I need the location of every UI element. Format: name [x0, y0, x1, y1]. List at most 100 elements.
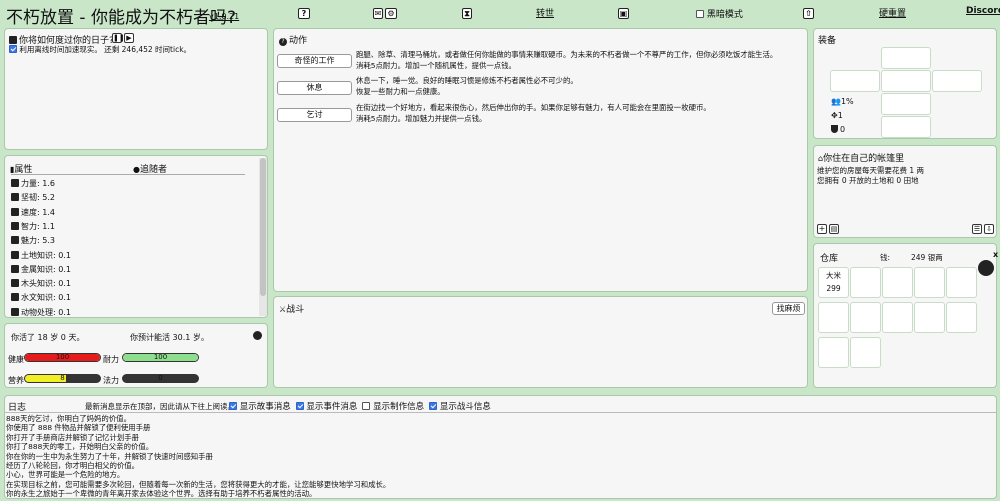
- health-label: 健康: [8, 355, 24, 364]
- equip-stat-1: 👥1%: [831, 97, 854, 106]
- equip-slot-body[interactable]: [881, 70, 931, 92]
- log-filter[interactable]: 显示制作信息: [362, 402, 424, 412]
- expected-life-text: 你预计能活 30.1 岁。: [130, 333, 209, 342]
- attribute-icon: [11, 221, 19, 230]
- equipment-panel: 装备 👥1% ✥1 0: [813, 28, 997, 139]
- warehouse-slot[interactable]: [882, 267, 913, 298]
- attribute-icon: [11, 250, 19, 259]
- log-filter-label: 显示事件消息: [306, 402, 358, 412]
- action-desc-rest: 休息一下，睡一觉。良好的睡眠习惯是修炼不朽者属性必不可少的。 恢复一些耐力和一点…: [356, 76, 578, 96]
- play-button[interactable]: ▶: [124, 33, 134, 43]
- attribute-row: 土地知识: 0.1: [11, 250, 71, 261]
- action-button-beg[interactable]: 乞讨: [277, 108, 352, 122]
- log-filter-checkbox[interactable]: [429, 402, 438, 410]
- log-filter-checkbox[interactable]: [362, 402, 371, 410]
- battle-panel: ⚔战斗 找麻烦: [273, 296, 808, 388]
- warehouse-slot[interactable]: [882, 302, 913, 333]
- log-filter[interactable]: 显示战斗信息: [429, 402, 491, 412]
- hourglass-icon[interactable]: ⧗: [462, 8, 472, 19]
- warehouse-slot[interactable]: [850, 267, 881, 298]
- attribute-value: 0.1: [58, 279, 71, 289]
- warehouse-slot[interactable]: [914, 302, 945, 333]
- warehouse-slot[interactable]: [946, 267, 977, 298]
- attribute-value: 0.1: [58, 264, 71, 274]
- equip-slot-feet[interactable]: [881, 116, 931, 138]
- log-line: 888天的乞讨，你明白了妈妈的价值。: [6, 414, 131, 423]
- home-info: 维护您的房屋每天需要花费 1 两 您拥有 0 开放的土地和 0 田地: [817, 166, 925, 185]
- settings-icon[interactable]: ⚙: [385, 8, 397, 19]
- attribute-value: 5.2: [42, 193, 55, 203]
- equip-slot-head[interactable]: [881, 47, 931, 69]
- equip-slot-legs[interactable]: [881, 93, 931, 115]
- warehouse-slot[interactable]: [946, 302, 977, 333]
- log-filter-checkbox[interactable]: [295, 402, 304, 410]
- warehouse-slot[interactable]: [818, 337, 849, 368]
- warehouse-slot[interactable]: [850, 302, 881, 333]
- furniture-icon[interactable]: ▤: [829, 224, 839, 234]
- attribute-value: 1.6: [42, 179, 55, 188]
- log-filter-label: 显示战斗信息: [439, 402, 491, 412]
- attribute-name: 智力:: [21, 221, 40, 231]
- action-button-rest[interactable]: 休息: [277, 81, 352, 95]
- rebirth-link[interactable]: 转世: [536, 6, 554, 19]
- equip-stat-3: 0: [831, 125, 845, 134]
- log-divider: [5, 412, 996, 413]
- attribute-name: 土地知识:: [21, 250, 56, 260]
- action-button-odd-job[interactable]: 奇怪的工作: [277, 54, 352, 68]
- download-icon[interactable]: ⇩: [984, 224, 994, 234]
- attribute-icon: [11, 179, 19, 187]
- discord-link[interactable]: Discord: [966, 6, 1000, 16]
- warehouse-title: 仓库: [820, 254, 839, 264]
- log-filter[interactable]: 显示故事消息: [229, 402, 291, 412]
- warehouse-close-button[interactable]: x: [993, 250, 998, 259]
- attribute-name: 魅力:: [21, 236, 40, 246]
- equip-slot-right-hand[interactable]: [932, 70, 982, 92]
- version-link[interactable]: v1.0.21: [209, 12, 239, 21]
- attributes-scrollbar[interactable]: [259, 158, 267, 316]
- money-value: 249 银两: [911, 253, 943, 262]
- dark-mode-toggle[interactable]: 黑暗模式: [696, 7, 743, 20]
- warehouse-slot[interactable]: [818, 302, 849, 333]
- warehouse-slot[interactable]: [914, 267, 945, 298]
- attribute-icon: [11, 293, 19, 302]
- find-trouble-button[interactable]: 找麻烦: [772, 302, 805, 315]
- save-icon[interactable]: ▣: [618, 8, 629, 19]
- attribute-icon: [11, 279, 19, 288]
- mana-label: 法力: [103, 376, 119, 385]
- item-count: 299: [826, 284, 841, 293]
- equip-slot-left-hand[interactable]: [830, 70, 880, 92]
- home-title: ⌂你住在自己的帐篷里: [818, 154, 905, 164]
- log-filter-checkbox[interactable]: [229, 402, 237, 410]
- hard-reset-link[interactable]: 硬重置: [879, 6, 906, 19]
- log-line: 你的永生之旅始于一个卑微的青年离开家去体验这个世界。选择有助于培养不朽者属性的活…: [6, 489, 317, 499]
- log-note: 最新消息显示在顶部，因此请从下往上阅读。: [85, 402, 235, 411]
- equipment-title: 装备: [818, 36, 837, 46]
- calendar-icon: [9, 36, 17, 44]
- warehouse-slot[interactable]: [850, 337, 881, 368]
- help-icon[interactable]: ?: [298, 8, 310, 19]
- item-name: 大米: [826, 271, 841, 280]
- attributes-panel: ▮属性 ●追随者 力量: 1.6 坚韧: 5.2 速度: 1.4 智力: 1.1 魅力:…: [4, 155, 268, 318]
- offline-checkbox[interactable]: [9, 45, 17, 53]
- log-filter-label: 显示制作信息: [373, 402, 425, 412]
- attribute-value: 0.1: [58, 307, 71, 317]
- attribute-name: 木头知识:: [21, 279, 56, 289]
- add-building-icon[interactable]: +: [817, 224, 827, 234]
- upload-icon[interactable]: ⇧: [803, 8, 814, 19]
- github-icon[interactable]: [978, 260, 994, 276]
- attribute-icon: [11, 236, 19, 245]
- pause-button[interactable]: ❚❚: [112, 33, 125, 43]
- offline-row[interactable]: 利用离线时间加速现实。 还剩 246,452 时间tick。: [9, 44, 191, 55]
- attribute-row: 速度: 1.4: [11, 207, 55, 218]
- actions-title: ? 动作: [279, 33, 307, 46]
- list-icon[interactable]: ☰: [972, 224, 982, 234]
- warehouse-panel: 仓库 钱: 249 银两 x 大米 299: [813, 243, 998, 388]
- app-title: 不朽放置 - 你能成为不朽者吗?: [6, 8, 236, 28]
- warehouse-slot-rice[interactable]: 大米 299: [818, 267, 849, 298]
- achievements-icon[interactable]: ✉: [373, 8, 383, 19]
- attribute-name: 速度:: [21, 207, 40, 217]
- dark-mode-checkbox[interactable]: [696, 10, 704, 18]
- attribute-icon: [11, 264, 19, 273]
- log-filter[interactable]: 显示事件消息: [295, 402, 358, 412]
- attribute-name: 力量:: [21, 179, 40, 188]
